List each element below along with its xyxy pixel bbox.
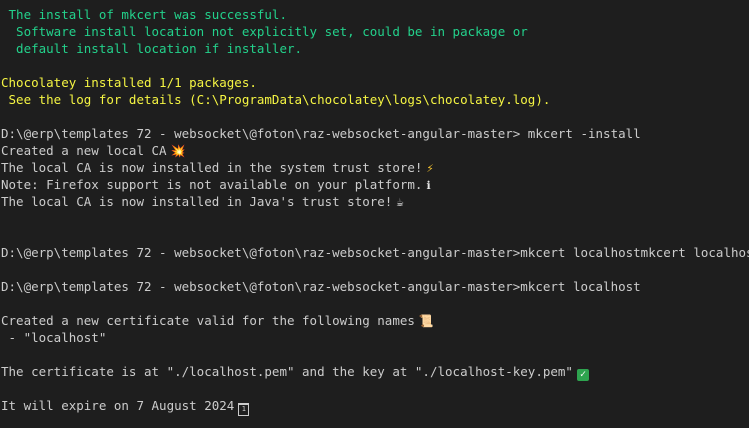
check-icon: ✓	[576, 369, 589, 381]
terminal-line: The install of mkcert was successful.	[1, 7, 287, 22]
terminal-line: Created a new certificate valid for the …	[0, 312, 749, 329]
terminal-line: Created a new local CA 💥	[0, 142, 749, 159]
terminal-line-text: Created a new local CA	[1, 143, 167, 158]
terminal-line: The local CA is now installed in the sys…	[0, 159, 749, 176]
info-icon: ℹ	[426, 179, 431, 192]
terminal-line: Software install location not explicitly…	[1, 24, 528, 39]
coffee-icon: ☕	[396, 195, 404, 209]
terminal-line-text: The local CA is now installed in Java's …	[1, 194, 393, 209]
terminal-line: Note: Firefox support is not available o…	[0, 176, 749, 193]
terminal-line: - "localhost"	[1, 330, 107, 345]
terminal-line-text: Created a new certificate valid for the …	[1, 313, 415, 328]
terminal-line: See the log for details (C:\ProgramData\…	[1, 92, 551, 107]
terminal-line-text: It will expire on 7 August 2024	[1, 398, 235, 413]
command-prompt-line: D:\@erp\templates 72 - websocket\@foton\…	[1, 245, 749, 260]
calendar-icon: 1	[238, 403, 250, 416]
collision-icon: 💥	[170, 144, 186, 158]
lightning-icon: ⚡	[426, 161, 434, 175]
terminal-line: default install location if installer.	[1, 41, 303, 56]
scroll-icon: 📜	[418, 314, 434, 328]
terminal-line: The certificate is at "./localhost.pem" …	[0, 363, 749, 381]
terminal-line: The local CA is now installed in Java's …	[0, 193, 749, 210]
terminal-line-text: The local CA is now installed in the sys…	[1, 160, 423, 175]
terminal-line-text: The certificate is at "./localhost.pem" …	[1, 364, 573, 379]
terminal-line: It will expire on 7 August 2024 1	[0, 397, 749, 416]
terminal-output[interactable]: The install of mkcert was successful. So…	[0, 0, 749, 428]
command-prompt-line: D:\@erp\templates 72 - websocket\@foton\…	[1, 279, 641, 294]
terminal-line-text: Note: Firefox support is not available o…	[1, 177, 423, 192]
terminal-line: Chocolatey installed 1/1 packages.	[1, 75, 257, 90]
command-prompt-line: D:\@erp\templates 72 - websocket\@foton\…	[1, 126, 641, 141]
